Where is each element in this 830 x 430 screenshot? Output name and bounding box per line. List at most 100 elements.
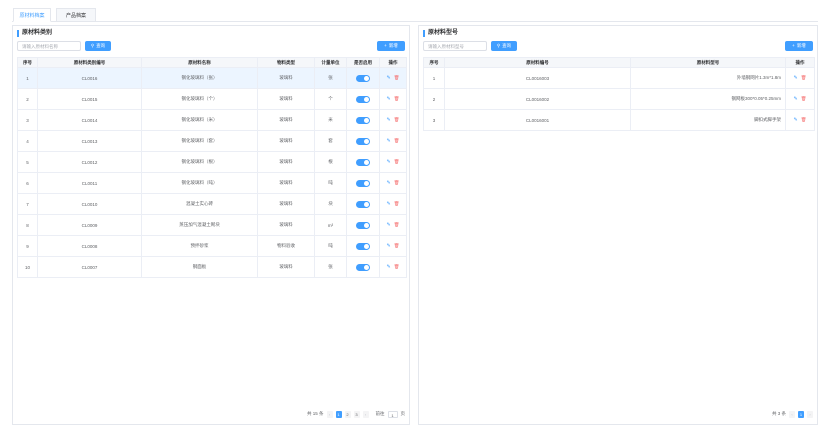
page-button[interactable]: 2 <box>344 410 351 418</box>
search-icon: ⚲ <box>90 43 95 48</box>
category-code: CL0016 <box>38 68 142 88</box>
category-code: CL0010 <box>38 194 142 214</box>
enabled-toggle[interactable] <box>356 137 370 145</box>
plus-icon: + <box>384 43 387 48</box>
add-button[interactable]: + 新增 <box>785 41 813 51</box>
search-button[interactable]: ⚲ 查询 <box>491 41 517 51</box>
enabled-toggle[interactable] <box>356 158 370 166</box>
delete-icon[interactable]: 🗑 <box>801 117 807 123</box>
row-actions: ✎ 🗑 <box>380 173 406 193</box>
row-index: 9 <box>18 236 38 256</box>
table-row[interactable]: 3 CL0014 钢化玻璃料（米） 玻璃料米 ✎ 🗑 <box>18 110 406 131</box>
delete-icon[interactable]: 🗑 <box>394 264 400 270</box>
material-model-search-input[interactable] <box>423 41 487 51</box>
table-row[interactable]: 2 CL0016002 钢网板300*0.05*0.25mm ✎ 🗑 <box>424 89 814 110</box>
enabled-toggle[interactable] <box>356 116 370 124</box>
goto-page-input[interactable]: 1 <box>387 410 398 418</box>
material-name: 混凝土实心砖 <box>142 194 258 214</box>
table-row[interactable]: 9 CL0008 预拌砂浆 物料验收吨 ✎ 🗑 <box>18 236 406 257</box>
edit-icon[interactable]: ✎ <box>387 117 391 123</box>
row-index: 1 <box>424 68 445 88</box>
delete-icon[interactable]: 🗑 <box>394 222 400 228</box>
column-header: 原材料名称 <box>142 58 258 67</box>
edit-icon[interactable]: ✎ <box>387 243 391 249</box>
action-group: ✎ 🗑 <box>387 159 400 165</box>
row-actions: ✎ 🗑 <box>380 110 406 130</box>
table-row[interactable]: 6 CL0011 钢化玻璃料（吨） 玻璃料吨 ✎ 🗑 <box>18 173 406 194</box>
edit-icon[interactable]: ✎ <box>387 222 391 228</box>
action-group: ✎ 🗑 <box>387 180 400 186</box>
edit-icon[interactable]: ✎ <box>387 96 391 102</box>
edit-icon[interactable]: ✎ <box>794 75 798 81</box>
page-button[interactable]: 3 <box>353 410 360 418</box>
table-row[interactable]: 4 CL0013 钢化玻璃料（套） 玻璃料套 ✎ 🗑 <box>18 131 406 152</box>
tab-bar: 原材料档案 产品档案 <box>12 8 818 22</box>
row-actions: ✎ 🗑 <box>380 152 406 172</box>
edit-icon[interactable]: ✎ <box>387 180 391 186</box>
edit-icon[interactable]: ✎ <box>794 117 798 123</box>
table-row[interactable]: 1 CL0016 钢化玻璃料（张） 玻璃料张 ✎ 🗑 <box>18 68 406 89</box>
delete-icon[interactable]: 🗑 <box>394 96 400 102</box>
search-button-label: 查询 <box>502 43 512 48</box>
delete-icon[interactable]: 🗑 <box>801 96 807 102</box>
page-button[interactable]: 1 <box>335 410 342 418</box>
edit-icon[interactable]: ✎ <box>794 96 798 102</box>
enabled-toggle[interactable] <box>356 221 370 229</box>
row-index: 1 <box>18 68 38 88</box>
enabled-toggle[interactable] <box>356 242 370 250</box>
unit: 吨 <box>315 236 347 256</box>
next-page-icon[interactable]: › <box>362 410 369 418</box>
table-header-row: 序号 原材料类别编号 原材料名称 物料类型 计量单位 是否启用 操作 <box>18 58 406 68</box>
row-index: 10 <box>18 257 38 277</box>
table-row[interactable]: 2 CL0015 钢化玻璃料（个） 玻璃料个 ✎ 🗑 <box>18 89 406 110</box>
page-button[interactable]: 1 <box>798 410 804 418</box>
enabled-toggle[interactable] <box>356 200 370 208</box>
enabled-cell <box>347 215 380 235</box>
unit: 根 <box>315 152 347 172</box>
delete-icon[interactable]: 🗑 <box>801 75 807 81</box>
material-model: 脚扣式脚手架 <box>631 110 786 130</box>
column-header: 原材料类别编号 <box>38 58 142 67</box>
plus-icon: + <box>792 43 795 48</box>
row-actions: ✎ 🗑 <box>786 89 814 109</box>
table-row[interactable]: 10 CL0007 钢面板 玻璃料张 ✎ 🗑 <box>18 257 406 278</box>
delete-icon[interactable]: 🗑 <box>394 180 400 186</box>
edit-icon[interactable]: ✎ <box>387 159 391 165</box>
search-button[interactable]: ⚲ 查询 <box>85 41 111 51</box>
enabled-cell <box>347 236 380 256</box>
delete-icon[interactable]: 🗑 <box>394 138 400 144</box>
material-name: 蒸压加气混凝土砌块 <box>142 215 258 235</box>
table-row[interactable]: 1 CL0016003 外墙钢网片1.3m*1.8m ✎ 🗑 <box>424 68 814 89</box>
tab-material-archive[interactable]: 原材料档案 <box>13 8 51 22</box>
enabled-toggle[interactable] <box>356 179 370 187</box>
action-group: ✎ 🗑 <box>794 75 807 81</box>
enabled-toggle[interactable] <box>356 74 370 82</box>
edit-icon[interactable]: ✎ <box>387 138 391 144</box>
material-name-search-input[interactable] <box>17 41 81 51</box>
table-row[interactable]: 5 CL0012 钢化玻璃料（根） 玻璃料根 ✎ 🗑 <box>18 152 406 173</box>
table-row[interactable]: 3 CL0016001 脚扣式脚手架 ✎ 🗑 <box>424 110 814 131</box>
prev-page-icon[interactable]: ‹ <box>789 410 795 418</box>
category-code: CL0014 <box>38 110 142 130</box>
enabled-cell <box>347 89 380 109</box>
prev-page-icon[interactable]: ‹ <box>326 410 333 418</box>
edit-icon[interactable]: ✎ <box>387 75 391 81</box>
next-page-icon[interactable]: › <box>807 410 813 418</box>
total-count: 共 3 条 <box>771 411 786 416</box>
enabled-toggle[interactable] <box>356 263 370 271</box>
add-button[interactable]: + 新增 <box>377 41 405 51</box>
row-actions: ✎ 🗑 <box>380 131 406 151</box>
category-code: CL0015 <box>38 89 142 109</box>
edit-icon[interactable]: ✎ <box>387 264 391 270</box>
unit: 米 <box>315 110 347 130</box>
delete-icon[interactable]: 🗑 <box>394 117 400 123</box>
delete-icon[interactable]: 🗑 <box>394 201 400 207</box>
table-row[interactable]: 7 CL0010 混凝土实心砖 玻璃料块 ✎ 🗑 <box>18 194 406 215</box>
edit-icon[interactable]: ✎ <box>387 201 391 207</box>
delete-icon[interactable]: 🗑 <box>394 75 400 81</box>
enabled-toggle[interactable] <box>356 95 370 103</box>
delete-icon[interactable]: 🗑 <box>394 243 400 249</box>
tab-product-archive[interactable]: 产品档案 <box>56 8 96 22</box>
table-row[interactable]: 8 CL0009 蒸压加气混凝土砌块 玻璃料 m³ ✎ 🗑 <box>18 215 406 236</box>
delete-icon[interactable]: 🗑 <box>394 159 400 165</box>
